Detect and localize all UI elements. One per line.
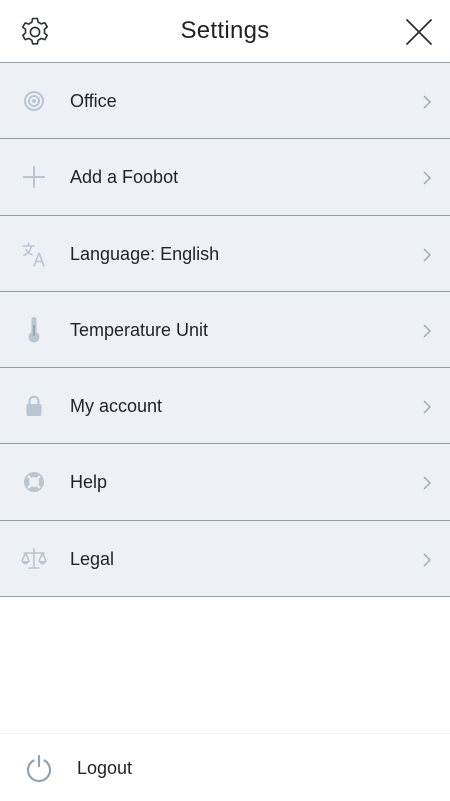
settings-menu: Office Add a Foobot Language: English Te… [0, 63, 450, 598]
chevron-right-icon [421, 170, 433, 186]
chevron-right-icon [421, 399, 433, 415]
menu-item-label: Add a Foobot [70, 167, 179, 188]
thermometer-icon [20, 316, 48, 344]
target-icon [20, 87, 48, 115]
page-title: Settings [180, 17, 270, 44]
menu-item-my-account[interactable]: My account [0, 368, 450, 445]
menu-item-legal[interactable]: Legal [0, 520, 450, 598]
menu-item-label: Language: English [70, 243, 220, 264]
menu-item-label: Legal [70, 548, 115, 569]
logout-label: Logout [77, 758, 133, 778]
chevron-right-icon [421, 94, 433, 110]
power-icon [24, 753, 54, 783]
scales-icon [20, 545, 48, 573]
menu-item-label: My account [70, 396, 163, 417]
logout-button[interactable]: Logout [0, 733, 450, 801]
chevron-right-icon [421, 247, 433, 263]
header-bar: Settings [0, 0, 450, 63]
chevron-right-icon [421, 552, 433, 568]
menu-item-language[interactable]: Language: English [0, 215, 450, 292]
chevron-right-icon [421, 475, 433, 491]
menu-item-help[interactable]: Help [0, 444, 450, 521]
menu-item-label: Temperature Unit [70, 319, 209, 340]
translate-icon [20, 240, 48, 268]
menu-item-temperature-unit[interactable]: Temperature Unit [0, 291, 450, 369]
plus-icon [20, 163, 48, 191]
menu-item-add-foobot[interactable]: Add a Foobot [0, 139, 450, 216]
close-icon[interactable] [403, 16, 435, 48]
lifebuoy-icon [20, 468, 48, 496]
chevron-right-icon [421, 323, 433, 339]
menu-item-office[interactable]: Office [0, 63, 450, 140]
menu-item-label: Office [70, 91, 117, 111]
menu-item-label: Help [70, 472, 108, 493]
lock-icon [20, 392, 48, 420]
